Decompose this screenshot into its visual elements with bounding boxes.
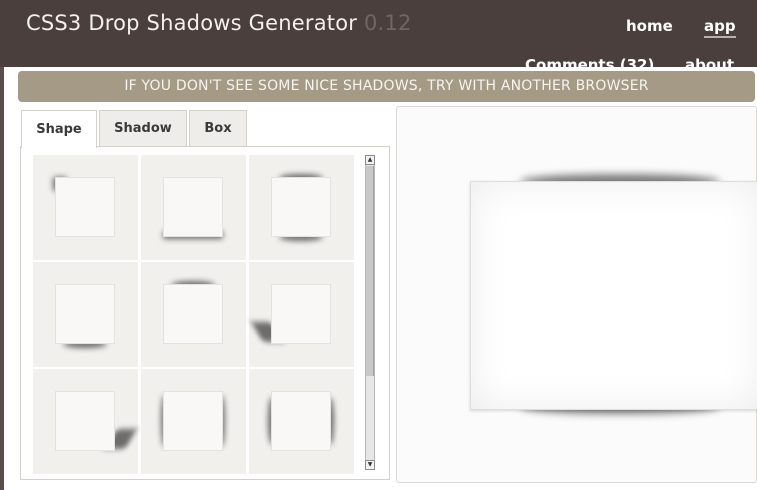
scroll-up-icon[interactable]: ▲ [365, 155, 375, 165]
shape-preview-square [55, 177, 115, 237]
tab-box[interactable]: Box [189, 110, 247, 146]
browser-warning-banner: IF YOU DON'T SEE SOME NICE SHADOWS, TRY … [18, 71, 755, 102]
shape-preview-square [55, 284, 115, 344]
app-version: 0.12 [363, 11, 412, 35]
shape-preview-square [163, 391, 223, 451]
app-title: CSS3 Drop Shadows Generator [26, 11, 358, 35]
nav-home-link[interactable]: home [626, 17, 673, 35]
shape-option-perspective-sides[interactable] [141, 369, 246, 474]
shape-option-curved-bottom[interactable] [33, 262, 138, 367]
shape-option-curved-top-bottom[interactable] [249, 155, 354, 260]
shape-option-curved-left-right[interactable] [249, 369, 354, 474]
left-edge-strip [0, 67, 4, 490]
shape-option-angled-bottom-right[interactable] [33, 369, 138, 474]
app-logo[interactable]: CSS3 Drop Shadows Generator 0.12 [26, 11, 412, 35]
nav-about-link[interactable]: about [685, 57, 734, 67]
nav-app-link[interactable]: app [704, 17, 736, 38]
shape-preview-square [271, 284, 331, 344]
shape-option-lifted-bottom[interactable] [141, 155, 246, 260]
tab-shadow[interactable]: Shadow [99, 110, 187, 146]
shape-list-scrollbar[interactable]: ▲ ▼ [365, 155, 375, 470]
app-header: CSS3 Drop Shadows Generator 0.12 home ap… [0, 0, 757, 67]
scroll-down-icon[interactable]: ▼ [365, 460, 375, 470]
shape-option-angled-bottom-left[interactable] [249, 262, 354, 367]
shape-preview-square [163, 284, 223, 344]
shape-option-curved-top[interactable] [141, 262, 246, 367]
shape-preview-square [271, 391, 331, 451]
shape-preview-square [55, 391, 115, 451]
tab-shape[interactable]: Shape [21, 110, 97, 148]
shadow-preview-box [470, 181, 757, 410]
shape-preview-square [271, 177, 331, 237]
shape-grid [33, 155, 355, 474]
shape-option-curled-top-left[interactable] [33, 155, 138, 260]
scroll-thumb[interactable] [366, 166, 374, 376]
shape-preview-square [163, 177, 223, 237]
nav-comments-link[interactable]: Comments (32) [525, 57, 654, 67]
